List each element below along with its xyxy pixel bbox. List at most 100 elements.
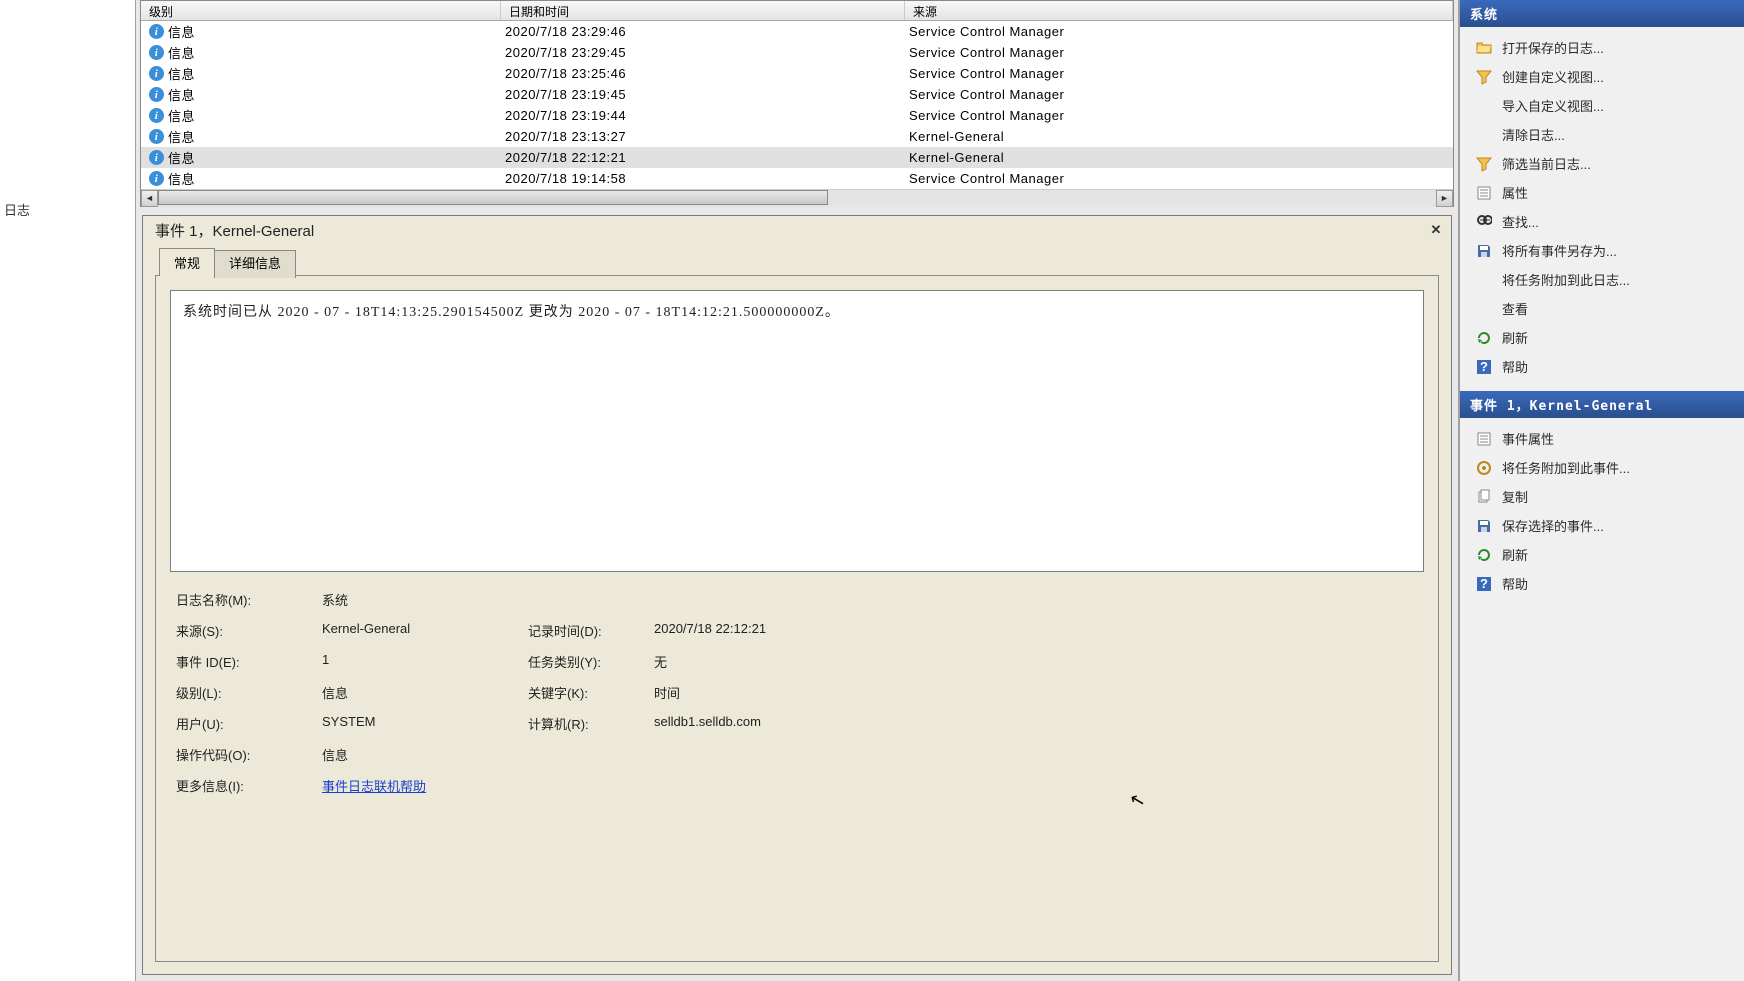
action-item[interactable]: 打开保存的日志... — [1462, 33, 1742, 62]
save-icon — [1476, 243, 1492, 259]
info-icon: i — [149, 66, 164, 81]
action-label: 筛选当前日志... — [1502, 154, 1591, 173]
close-icon[interactable]: ✕ — [1427, 222, 1445, 240]
find-icon — [1476, 214, 1492, 230]
copy-icon — [1476, 489, 1492, 505]
label-source: 来源(S): — [176, 621, 316, 640]
cell-date: 2020/7/18 23:19:45 — [501, 87, 905, 102]
action-label: 刷新 — [1502, 328, 1528, 347]
horizontal-scrollbar[interactable]: ◄ ► — [141, 189, 1453, 206]
cell-date: 2020/7/18 23:29:45 — [501, 45, 905, 60]
event-detail-pane: 事件 1，Kernel-General ✕ 常规 详细信息 系统时间已从 ‎20… — [142, 215, 1452, 975]
table-row[interactable]: i信息2020/7/18 23:29:46Service Control Man… — [141, 21, 1453, 42]
action-item[interactable]: 创建自定义视图... — [1462, 62, 1742, 91]
action-label: 导入自定义视图... — [1502, 96, 1604, 115]
event-list: 级别 日期和时间 来源 i信息2020/7/18 23:29:46Service… — [140, 0, 1454, 207]
cell-source: Kernel-General — [905, 129, 1453, 144]
table-row[interactable]: i信息2020/7/18 19:14:58Service Control Man… — [141, 168, 1453, 189]
action-item[interactable]: 刷新 — [1462, 323, 1742, 352]
label-eventid: 事件 ID(E): — [176, 652, 316, 671]
action-label: 查看 — [1502, 299, 1528, 318]
tab-general[interactable]: 常规 — [159, 248, 215, 276]
scroll-right-button[interactable]: ► — [1436, 190, 1453, 207]
event-list-header[interactable]: 级别 日期和时间 来源 — [141, 1, 1453, 21]
action-item[interactable]: ?帮助 — [1462, 569, 1742, 598]
action-label: 帮助 — [1502, 357, 1528, 376]
table-row[interactable]: i信息2020/7/18 23:29:45Service Control Man… — [141, 42, 1453, 63]
action-item[interactable]: 将任务附加到此事件... — [1462, 453, 1742, 482]
table-row[interactable]: i信息2020/7/18 23:19:44Service Control Man… — [141, 105, 1453, 126]
action-label: 将任务附加到此日志... — [1502, 270, 1630, 289]
action-label: 创建自定义视图... — [1502, 67, 1604, 86]
link-online-help[interactable]: 事件日志联机帮助 — [322, 779, 426, 794]
action-item[interactable]: ?帮助 — [1462, 352, 1742, 381]
nav-item-label: 日志 — [4, 203, 30, 218]
funnel-icon — [1476, 156, 1492, 172]
tab-general-content: 系统时间已从 ‎2020‎ - ‎07‎ - ‎18T14:13:25.2901… — [155, 275, 1439, 962]
cell-level: 信息 — [168, 127, 195, 146]
table-row[interactable]: i信息2020/7/18 22:12:21Kernel-General — [141, 147, 1453, 168]
action-item[interactable]: 查看 — [1462, 294, 1742, 323]
action-item[interactable]: 查找... — [1462, 207, 1742, 236]
label-logname: 日志名称(M): — [176, 590, 316, 609]
cell-level: 信息 — [168, 148, 195, 167]
actions-list-system: 打开保存的日志... 创建自定义视图... 导入自定义视图... 清除日志... 筛选当… — [1460, 27, 1744, 387]
col-header-date[interactable]: 日期和时间 — [501, 1, 905, 20]
action-item[interactable]: 保存选择的事件... — [1462, 511, 1742, 540]
tab-details[interactable]: 详细信息 — [214, 250, 296, 278]
scroll-track[interactable] — [158, 190, 1436, 207]
action-item[interactable]: 刷新 — [1462, 540, 1742, 569]
action-item[interactable]: 将任务附加到此日志... — [1462, 265, 1742, 294]
attach-icon — [1476, 460, 1492, 476]
help-icon: ? — [1476, 576, 1492, 592]
info-icon: i — [149, 87, 164, 102]
cell-source: Service Control Manager — [905, 108, 1453, 123]
action-label: 打开保存的日志... — [1502, 38, 1604, 57]
action-item[interactable]: 筛选当前日志... — [1462, 149, 1742, 178]
funnel-new-icon — [1476, 69, 1492, 85]
cell-source: Service Control Manager — [905, 24, 1453, 39]
scroll-thumb[interactable] — [158, 190, 828, 205]
info-icon: i — [149, 108, 164, 123]
main-content: 级别 日期和时间 来源 i信息2020/7/18 23:29:46Service… — [136, 0, 1458, 981]
event-fields: 日志名称(M): 系统 来源(S): Kernel-General 记录时间(D… — [170, 572, 1424, 799]
col-header-level[interactable]: 级别 — [141, 1, 501, 20]
table-row[interactable]: i信息2020/7/18 23:19:45Service Control Man… — [141, 84, 1453, 105]
value-eventid: 1 — [322, 652, 522, 671]
action-label: 复制 — [1502, 487, 1528, 506]
table-row[interactable]: i 信息 2020/7/18 23:13:27Kernel-General — [141, 126, 1453, 147]
action-item[interactable]: 清除日志... — [1462, 120, 1742, 149]
cell-source: Service Control Manager — [905, 87, 1453, 102]
label-keywords: 关键字(K): — [528, 683, 648, 702]
action-item[interactable]: 复制 — [1462, 482, 1742, 511]
cell-date: 2020/7/18 19:14:58 — [501, 171, 905, 186]
action-label: 事件属性 — [1502, 429, 1554, 448]
action-item[interactable]: 将所有事件另存为... — [1462, 236, 1742, 265]
value-computer: selldb1.selldb.com — [654, 714, 1418, 733]
cell-date: 2020/7/18 23:25:46 — [501, 66, 905, 81]
save-icon — [1476, 518, 1492, 534]
event-description[interactable]: 系统时间已从 ‎2020‎ - ‎07‎ - ‎18T14:13:25.2901… — [170, 290, 1424, 572]
action-item[interactable]: 导入自定义视图... — [1462, 91, 1742, 120]
table-row[interactable]: i信息2020/7/18 23:25:46Service Control Man… — [141, 63, 1453, 84]
scroll-left-button[interactable]: ◄ — [141, 190, 158, 207]
label-user: 用户(U): — [176, 714, 316, 733]
value-logname: 系统 — [322, 590, 522, 609]
action-item[interactable]: 属性 — [1462, 178, 1742, 207]
info-icon: i — [149, 129, 164, 144]
label-computer: 计算机(R): — [528, 714, 648, 733]
cell-source: Service Control Manager — [905, 171, 1453, 186]
value-user: SYSTEM — [322, 714, 522, 733]
action-label: 清除日志... — [1502, 125, 1565, 144]
action-item[interactable]: 事件属性 — [1462, 424, 1742, 453]
cell-level: 信息 — [168, 169, 195, 188]
left-nav-tree[interactable]: 日志 — [0, 0, 136, 981]
info-icon: i — [149, 45, 164, 60]
value-source: Kernel-General — [322, 621, 522, 640]
col-header-source[interactable]: 来源 — [905, 1, 1453, 20]
info-icon: i — [149, 150, 164, 165]
cell-date: 2020/7/18 23:13:27 — [501, 129, 905, 144]
action-label: 保存选择的事件... — [1502, 516, 1604, 535]
cell-level: 信息 — [168, 22, 195, 41]
refresh-icon — [1476, 547, 1492, 563]
